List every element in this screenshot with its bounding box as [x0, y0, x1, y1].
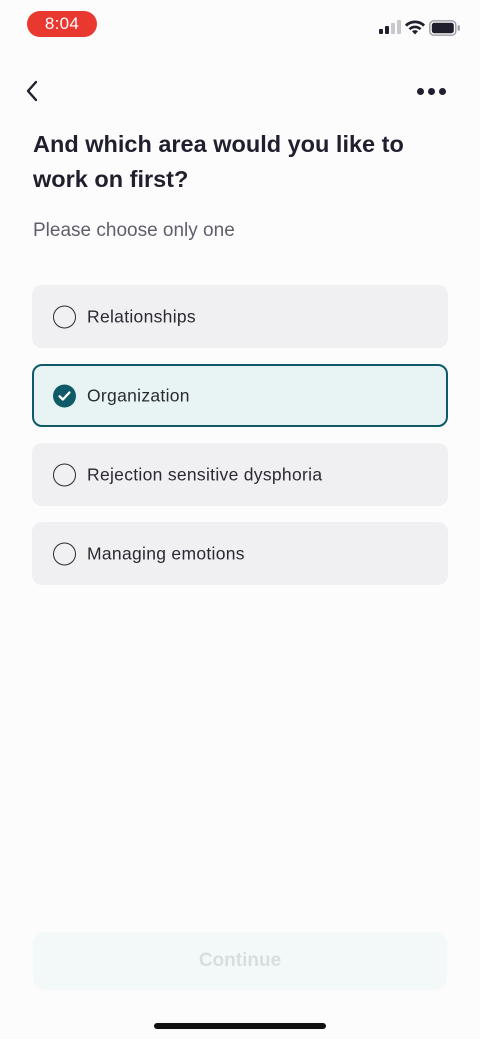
- option-relationships[interactable]: Relationships: [32, 285, 448, 348]
- wifi-icon: [405, 20, 425, 35]
- chevron-left-icon: [26, 80, 38, 102]
- more-horizontal-icon: [438, 87, 446, 95]
- more-horizontal-icon: [427, 87, 435, 95]
- radio-checked-icon[interactable]: [53, 384, 76, 407]
- option-label: Organization: [87, 385, 190, 405]
- option-rejection-sensitive-dysphoria[interactable]: Rejection sensitive dysphoria: [32, 443, 448, 506]
- radio-unchecked-icon[interactable]: [53, 542, 76, 565]
- option-managing-emotions[interactable]: Managing emotions: [32, 522, 448, 585]
- battery-icon: [429, 20, 460, 36]
- question-subtitle: Please choose only one: [33, 220, 235, 241]
- screen: 8:04 And which area would you like to wo…: [0, 0, 480, 1039]
- more-options-button[interactable]: [412, 80, 450, 102]
- radio-unchecked-icon[interactable]: [53, 305, 76, 328]
- radio-unchecked-icon[interactable]: [53, 463, 76, 486]
- home-indicator: [154, 1023, 326, 1029]
- option-organization[interactable]: Organization: [32, 364, 448, 427]
- status-time: 8:04: [27, 11, 97, 37]
- more-horizontal-icon: [416, 87, 424, 95]
- signal-icon: [379, 20, 401, 34]
- back-button[interactable]: [18, 76, 46, 106]
- continue-button[interactable]: Continue: [33, 932, 447, 990]
- status-bar: 8:04: [0, 0, 480, 50]
- option-label: Rejection sensitive dysphoria: [87, 464, 323, 484]
- question-title: And which area would you like to work on…: [33, 131, 404, 192]
- option-label: Relationships: [87, 306, 196, 326]
- option-label: Managing emotions: [87, 543, 245, 563]
